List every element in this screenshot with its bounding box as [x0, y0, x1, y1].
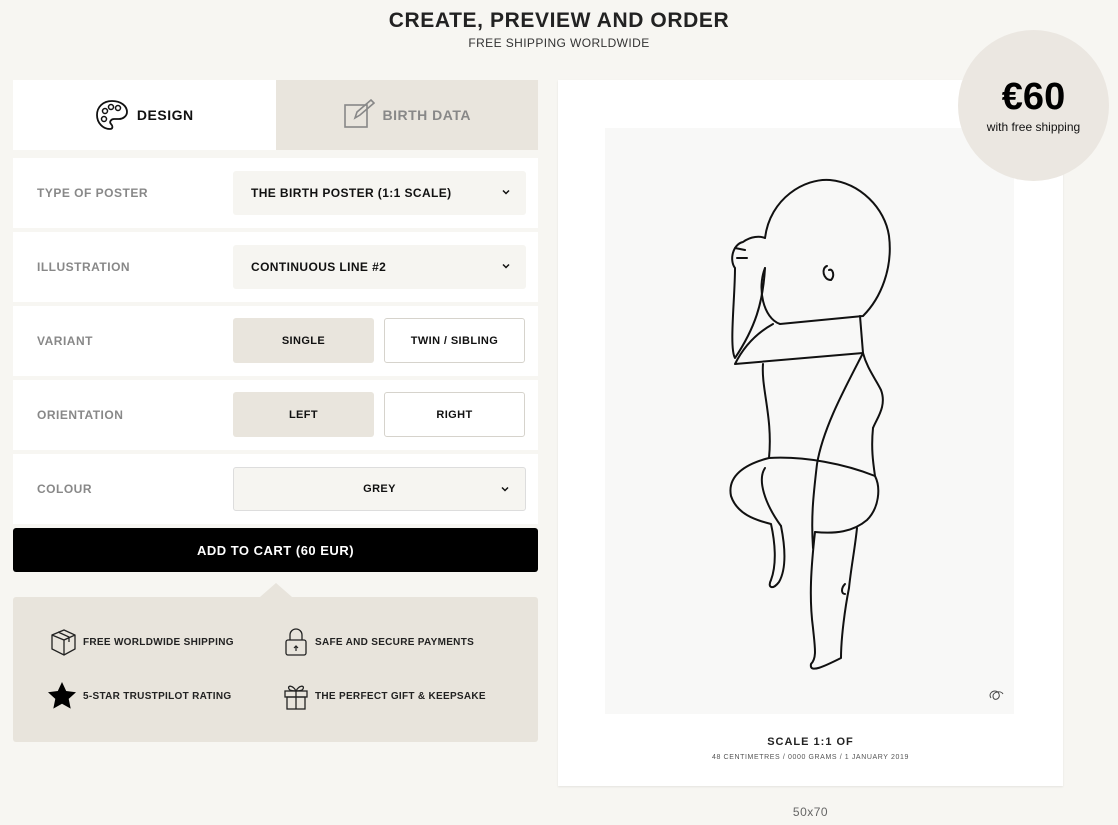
poster-scale-text: SCALE 1:1 OF [767, 736, 854, 748]
perk-gift: THE PERFECT GIFT & KEEPSAKE [283, 681, 486, 711]
orientation-right-button[interactable]: RIGHT [384, 392, 525, 437]
illustration-row: ILLUSTRATION CONTINUOUS LINE #2 [13, 232, 538, 302]
tab-birth-data[interactable]: BIRTH DATA [275, 80, 538, 150]
gift-icon [283, 681, 309, 711]
variant-single-button[interactable]: SINGLE [233, 318, 374, 363]
orientation-label: ORIENTATION [37, 408, 124, 422]
page-header: CREATE, PREVIEW AND ORDER FREE SHIPPING … [0, 6, 1118, 50]
illustration-value: CONTINUOUS LINE #2 [251, 260, 387, 274]
box-icon [49, 627, 77, 657]
chevron-down-icon [499, 483, 511, 498]
tab-design[interactable]: DESIGN [13, 80, 276, 150]
type-of-poster-label: TYPE OF POSTER [37, 186, 149, 200]
orientation-left-button[interactable]: LEFT [233, 392, 374, 437]
baby-line-illustration [729, 178, 1004, 700]
perk-trustpilot-label: 5-STAR TRUSTPILOT RATING [83, 690, 232, 702]
type-of-poster-row: TYPE OF POSTER THE BIRTH POSTER (1:1 SCA… [13, 158, 538, 228]
variant-label: VARIANT [37, 334, 93, 348]
poster-size-label: 50x70 [792, 805, 829, 819]
variant-row: VARIANT SINGLE TWIN / SIBLING [13, 306, 538, 376]
add-to-cart-button[interactable]: ADD TO CART (60 EUR) [13, 528, 538, 572]
chevron-down-icon [500, 260, 512, 275]
price-amount: €60 [1001, 75, 1066, 118]
illustration-select[interactable]: CONTINUOUS LINE #2 [233, 245, 526, 289]
poster-preview: SCALE 1:1 OF 48 CENTIMETRES / 0000 GRAMS… [558, 80, 1063, 786]
perk-payments: SAFE AND SECURE PAYMENTS [283, 627, 474, 657]
perks-notch [260, 583, 292, 597]
perks-panel: FREE WORLDWIDE SHIPPING SAFE AND SECURE … [13, 583, 538, 742]
perk-shipping-label: FREE WORLDWIDE SHIPPING [83, 636, 234, 648]
tab-bar: DESIGN BIRTH DATA [13, 80, 538, 150]
type-of-poster-select[interactable]: THE BIRTH POSTER (1:1 SCALE) [233, 171, 526, 215]
colour-label: COLOUR [37, 482, 92, 496]
edit-icon [343, 99, 375, 131]
variant-twin-sibling-button[interactable]: TWIN / SIBLING [384, 318, 525, 363]
lock-icon [283, 627, 309, 657]
perk-gift-label: THE PERFECT GIFT & KEEPSAKE [315, 690, 486, 702]
perk-trustpilot: 5-STAR TRUSTPILOT RATING [47, 681, 232, 711]
illustration-label: ILLUSTRATION [37, 260, 131, 274]
perk-shipping: FREE WORLDWIDE SHIPPING [49, 627, 234, 657]
type-of-poster-value: THE BIRTH POSTER (1:1 SCALE) [251, 186, 452, 200]
poster-details-text: 48 CENTIMETRES / 0000 GRAMS / 1 JANUARY … [712, 754, 909, 761]
tab-birth-data-label: BIRTH DATA [382, 107, 471, 123]
page-subtitle: FREE SHIPPING WORLDWIDE [468, 36, 650, 50]
page-title: CREATE, PREVIEW AND ORDER [388, 9, 730, 32]
colour-select[interactable]: GREY [233, 467, 526, 511]
orientation-row: ORIENTATION LEFT RIGHT [13, 380, 538, 450]
price-badge: €60 with free shipping [958, 30, 1109, 181]
chevron-down-icon [500, 186, 512, 201]
perk-payments-label: SAFE AND SECURE PAYMENTS [315, 636, 475, 648]
tab-design-label: DESIGN [136, 107, 194, 123]
colour-value: GREY [363, 483, 396, 495]
palette-icon [95, 99, 129, 131]
poster-artwork [605, 128, 1014, 714]
star-icon [47, 681, 77, 711]
price-note: with free shipping [986, 119, 1081, 134]
colour-row: COLOUR GREY [13, 454, 538, 524]
